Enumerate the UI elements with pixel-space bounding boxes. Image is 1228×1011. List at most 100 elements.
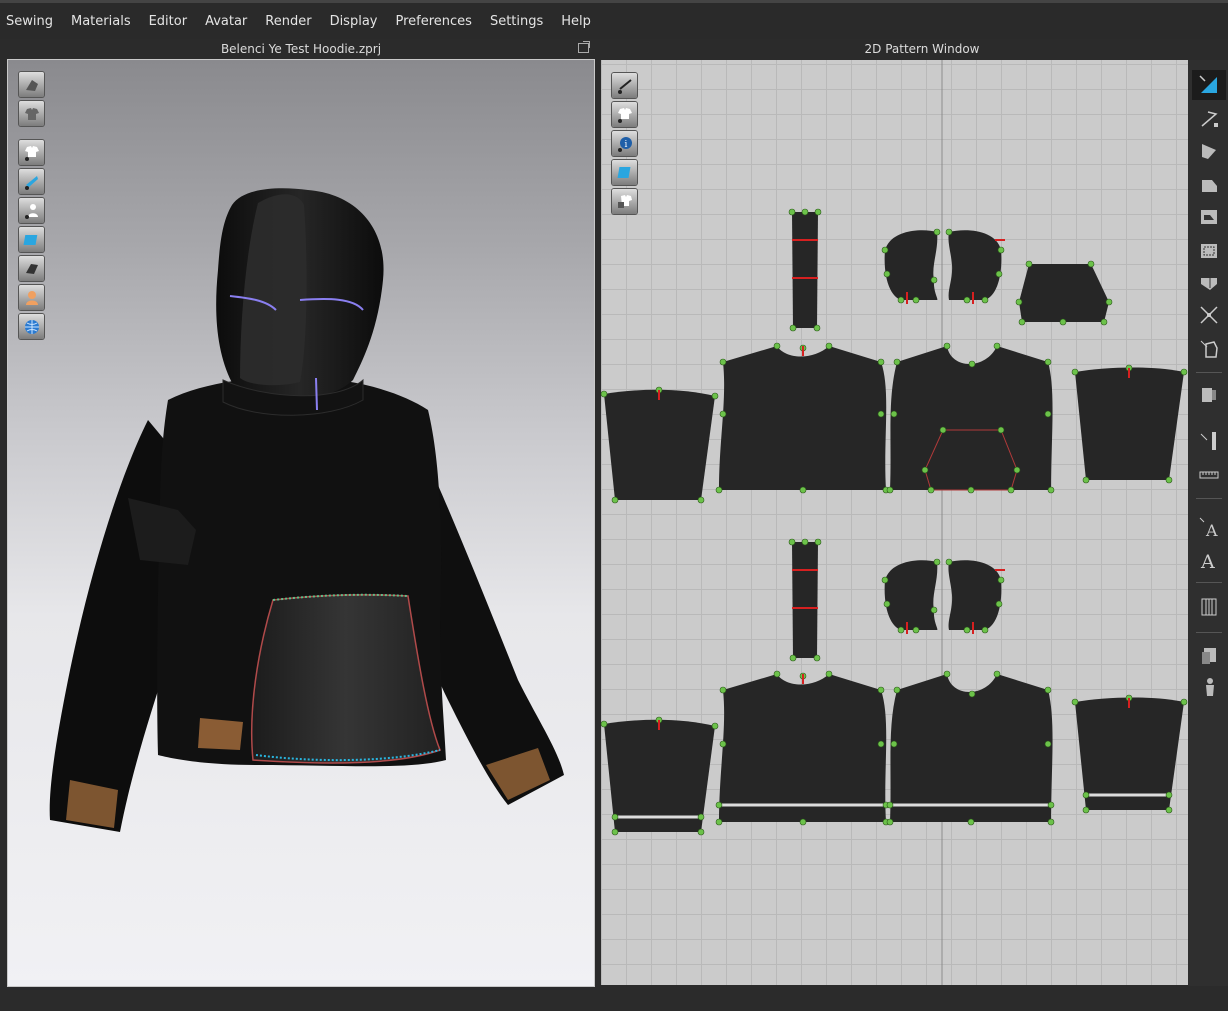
- rectangle-icon[interactable]: [1192, 170, 1226, 200]
- pattern-point[interactable]: [1165, 806, 1173, 814]
- dart-icon[interactable]: [1192, 268, 1226, 298]
- pattern-point[interactable]: [945, 228, 953, 236]
- pattern-point[interactable]: [1059, 318, 1067, 326]
- show-pattern-icon[interactable]: [612, 102, 637, 127]
- pattern-point[interactable]: [825, 670, 833, 678]
- show-pins-icon[interactable]: [19, 169, 44, 194]
- pattern-point[interactable]: [943, 670, 951, 678]
- transform-pattern-icon[interactable]: [1192, 70, 1226, 100]
- simulation-icon[interactable]: [19, 72, 44, 97]
- pattern-point[interactable]: [912, 626, 920, 634]
- pattern-point[interactable]: [997, 426, 1005, 434]
- pattern-point[interactable]: [967, 486, 975, 494]
- pattern-point[interactable]: [890, 410, 898, 418]
- trace-icon[interactable]: [1192, 300, 1226, 330]
- pattern-point[interactable]: [993, 670, 1001, 678]
- show-garment-icon[interactable]: [19, 140, 44, 165]
- 2d-pattern-viewport[interactable]: i: [601, 60, 1188, 985]
- lock-pattern-icon[interactable]: [612, 189, 637, 214]
- internal-polygon-icon[interactable]: [1192, 202, 1226, 232]
- pattern-point[interactable]: [719, 358, 727, 366]
- info-icon[interactable]: i: [612, 131, 637, 156]
- pattern-point[interactable]: [1044, 358, 1052, 366]
- internal-rectangle-icon[interactable]: [1192, 236, 1226, 266]
- grading-icon[interactable]: [1192, 592, 1226, 622]
- pattern-point[interactable]: [711, 392, 719, 400]
- pattern-point[interactable]: [883, 600, 891, 608]
- pattern-point[interactable]: [1044, 686, 1052, 694]
- garment-shape-icon[interactable]: [19, 101, 44, 126]
- pattern-point[interactable]: [883, 270, 891, 278]
- pattern-point[interactable]: [886, 486, 894, 494]
- pattern-point[interactable]: [1082, 791, 1090, 799]
- pattern-point[interactable]: [773, 670, 781, 678]
- pattern-point[interactable]: [788, 538, 796, 546]
- pattern-point[interactable]: [813, 324, 821, 332]
- pattern-point[interactable]: [933, 558, 941, 566]
- pattern-point[interactable]: [1013, 466, 1021, 474]
- menu-preferences[interactable]: Preferences: [386, 3, 480, 39]
- pattern-point[interactable]: [1044, 740, 1052, 748]
- pattern-point[interactable]: [912, 296, 920, 304]
- pattern-point[interactable]: [715, 486, 723, 494]
- pattern-point[interactable]: [1087, 260, 1095, 268]
- pattern-point[interactable]: [877, 740, 885, 748]
- pattern-point[interactable]: [1007, 486, 1015, 494]
- pattern-point[interactable]: [719, 740, 727, 748]
- ruler-icon[interactable]: [1192, 426, 1226, 456]
- 3d-viewport[interactable]: [7, 59, 595, 987]
- pattern-point[interactable]: [897, 296, 905, 304]
- hoodie-3d-model[interactable]: [8, 60, 594, 986]
- pattern-point[interactable]: [881, 246, 889, 254]
- pattern-point[interactable]: [697, 496, 705, 504]
- pattern-point[interactable]: [995, 270, 1003, 278]
- text-add-icon[interactable]: A: [1192, 544, 1226, 574]
- pattern-point[interactable]: [943, 342, 951, 350]
- pattern-point[interactable]: [1100, 318, 1108, 326]
- text-edit-icon[interactable]: A: [1192, 512, 1226, 542]
- pattern-point[interactable]: [968, 690, 976, 698]
- pattern-point[interactable]: [1047, 801, 1055, 809]
- pattern-point[interactable]: [995, 600, 1003, 608]
- menu-display[interactable]: Display: [321, 3, 387, 39]
- mesh-globe-icon[interactable]: [19, 314, 44, 339]
- pattern-point[interactable]: [814, 538, 822, 546]
- show-avatar-icon[interactable]: [19, 198, 44, 223]
- segment-sewing-icon[interactable]: [1192, 380, 1226, 410]
- pattern-point[interactable]: [715, 801, 723, 809]
- pattern-point[interactable]: [963, 626, 971, 634]
- pattern-point[interactable]: [1047, 818, 1055, 826]
- pattern-point[interactable]: [711, 722, 719, 730]
- pattern-point[interactable]: [886, 801, 894, 809]
- pattern-point[interactable]: [930, 606, 938, 614]
- menu-help[interactable]: Help: [552, 3, 600, 39]
- pattern-point[interactable]: [939, 426, 947, 434]
- pattern-point[interactable]: [1071, 698, 1079, 706]
- menu-materials[interactable]: Materials: [62, 3, 140, 39]
- pattern-point[interactable]: [927, 486, 935, 494]
- pattern-point[interactable]: [1180, 698, 1188, 706]
- pattern-point[interactable]: [877, 410, 885, 418]
- pattern-point[interactable]: [1165, 476, 1173, 484]
- pattern-point[interactable]: [611, 813, 619, 821]
- pattern-point[interactable]: [799, 486, 807, 494]
- menu-editor[interactable]: Editor: [140, 3, 196, 39]
- pattern-point[interactable]: [886, 818, 894, 826]
- pattern-point[interactable]: [1015, 298, 1023, 306]
- avatar-skin-icon[interactable]: [19, 285, 44, 310]
- thickness-icon[interactable]: [19, 256, 44, 281]
- pattern-point[interactable]: [697, 813, 705, 821]
- pattern-point[interactable]: [1018, 318, 1026, 326]
- pattern-point[interactable]: [719, 410, 727, 418]
- menu-settings[interactable]: Settings: [481, 3, 552, 39]
- pattern-point[interactable]: [890, 740, 898, 748]
- pattern-point[interactable]: [1044, 410, 1052, 418]
- show-sewing-icon[interactable]: [612, 73, 637, 98]
- pattern-point[interactable]: [933, 228, 941, 236]
- avatar-pose-icon[interactable]: [1192, 672, 1226, 702]
- pattern-point[interactable]: [801, 538, 809, 546]
- pattern-point[interactable]: [1082, 806, 1090, 814]
- pattern-point[interactable]: [893, 686, 901, 694]
- pattern-point[interactable]: [788, 208, 796, 216]
- edit-point-icon[interactable]: [1192, 104, 1226, 134]
